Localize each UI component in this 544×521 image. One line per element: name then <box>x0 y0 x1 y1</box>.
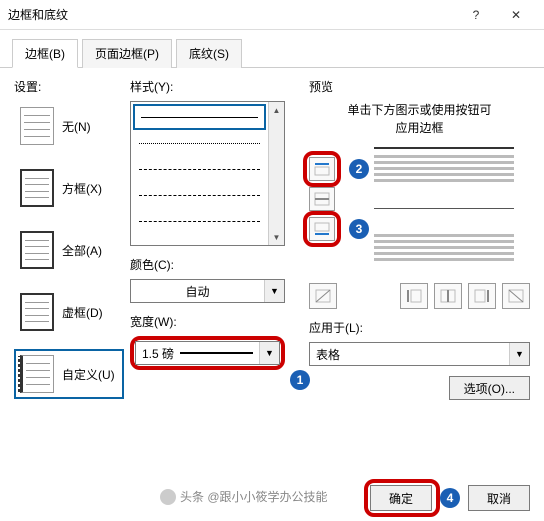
width-label: 宽度(W): <box>130 313 285 330</box>
width-highlight: 1.5 磅 ▼ <box>130 336 285 370</box>
border-right-button[interactable] <box>468 283 496 309</box>
preview-doc[interactable] <box>374 147 514 267</box>
apply-combo[interactable]: 表格 ▼ <box>309 342 530 366</box>
all-icon <box>20 231 54 269</box>
close-button[interactable]: ✕ <box>496 0 536 30</box>
callout-ring <box>303 211 341 247</box>
chevron-down-icon: ▼ <box>509 343 529 365</box>
border-left-button[interactable] <box>400 283 428 309</box>
callout-number: 2 <box>349 159 369 179</box>
help-button[interactable]: ? <box>456 0 496 30</box>
border-diag-button[interactable] <box>309 283 337 309</box>
none-icon <box>20 107 54 145</box>
dialog-title: 边框和底纹 <box>8 6 456 23</box>
callout-ring <box>364 479 440 517</box>
style-option[interactable] <box>133 104 266 130</box>
tab-page-border[interactable]: 页面边框(P) <box>82 39 172 68</box>
dialog-footer: 确定 4 取消 <box>370 485 530 511</box>
tab-border[interactable]: 边框(B) <box>12 39 78 68</box>
titlebar: 边框和底纹 ? ✕ <box>0 0 544 30</box>
options-button[interactable]: 选项(O)... <box>449 376 530 400</box>
border-diag2-button[interactable] <box>502 283 530 309</box>
preview-area: 2 3 <box>309 147 530 277</box>
tab-bar: 边框(B) 页面边框(P) 底纹(S) <box>0 30 544 68</box>
scrollbar[interactable]: ▲ ▼ <box>268 102 284 245</box>
preview-label: 预览 <box>309 78 530 95</box>
style-column: 样式(Y): ▲ ▼ 颜色(C): 自动 ▼ 宽度(W): 1.5 磅 <box>130 78 285 411</box>
settings-label: 设置: <box>14 78 124 95</box>
cancel-button[interactable]: 取消 <box>468 485 530 511</box>
box-icon <box>20 169 54 207</box>
setting-custom[interactable]: 自定义(U) <box>14 349 124 399</box>
setting-dashed[interactable]: 虚框(D) <box>14 287 124 337</box>
chevron-down-icon: ▼ <box>264 280 284 302</box>
style-option[interactable] <box>133 208 266 234</box>
avatar-icon <box>160 489 176 505</box>
callout-ring <box>303 151 341 187</box>
color-label: 颜色(C): <box>130 256 285 273</box>
border-vmid-button[interactable] <box>434 283 462 309</box>
chevron-down-icon: ▼ <box>259 342 279 364</box>
preview-hint: 单击下方图示或使用按钮可应用边框 <box>309 101 530 137</box>
callout-number: 4 <box>440 488 460 508</box>
scroll-up-icon[interactable]: ▲ <box>269 102 284 118</box>
style-label: 样式(Y): <box>130 78 285 95</box>
style-option[interactable] <box>133 156 266 182</box>
setting-box[interactable]: 方框(X) <box>14 163 124 213</box>
preview-column: 预览 单击下方图示或使用按钮可应用边框 2 3 <box>309 78 530 411</box>
preview-bottom-buttons <box>309 283 530 309</box>
style-listbox[interactable]: ▲ ▼ <box>130 101 285 246</box>
color-combo[interactable]: 自动 ▼ <box>130 279 285 303</box>
attribution: 头条 @跟小小筱学办公技能 <box>160 488 328 505</box>
callout-number: 1 <box>290 370 310 390</box>
setting-none[interactable]: 无(N) <box>14 101 124 151</box>
style-option[interactable] <box>133 130 266 156</box>
border-hmid-button[interactable] <box>309 187 335 211</box>
dashed-icon <box>20 293 54 331</box>
callout-number: 3 <box>349 219 369 239</box>
custom-icon <box>20 355 54 393</box>
scroll-down-icon[interactable]: ▼ <box>269 229 284 245</box>
settings-column: 设置: 无(N) 方框(X) 全部(A) 虚框(D) 自定义(U) <box>14 78 124 411</box>
setting-all[interactable]: 全部(A) <box>14 225 124 275</box>
apply-label: 应用于(L): <box>309 319 530 336</box>
tab-shading[interactable]: 底纹(S) <box>176 39 242 68</box>
width-combo[interactable]: 1.5 磅 ▼ <box>135 341 280 365</box>
style-option[interactable] <box>133 182 266 208</box>
